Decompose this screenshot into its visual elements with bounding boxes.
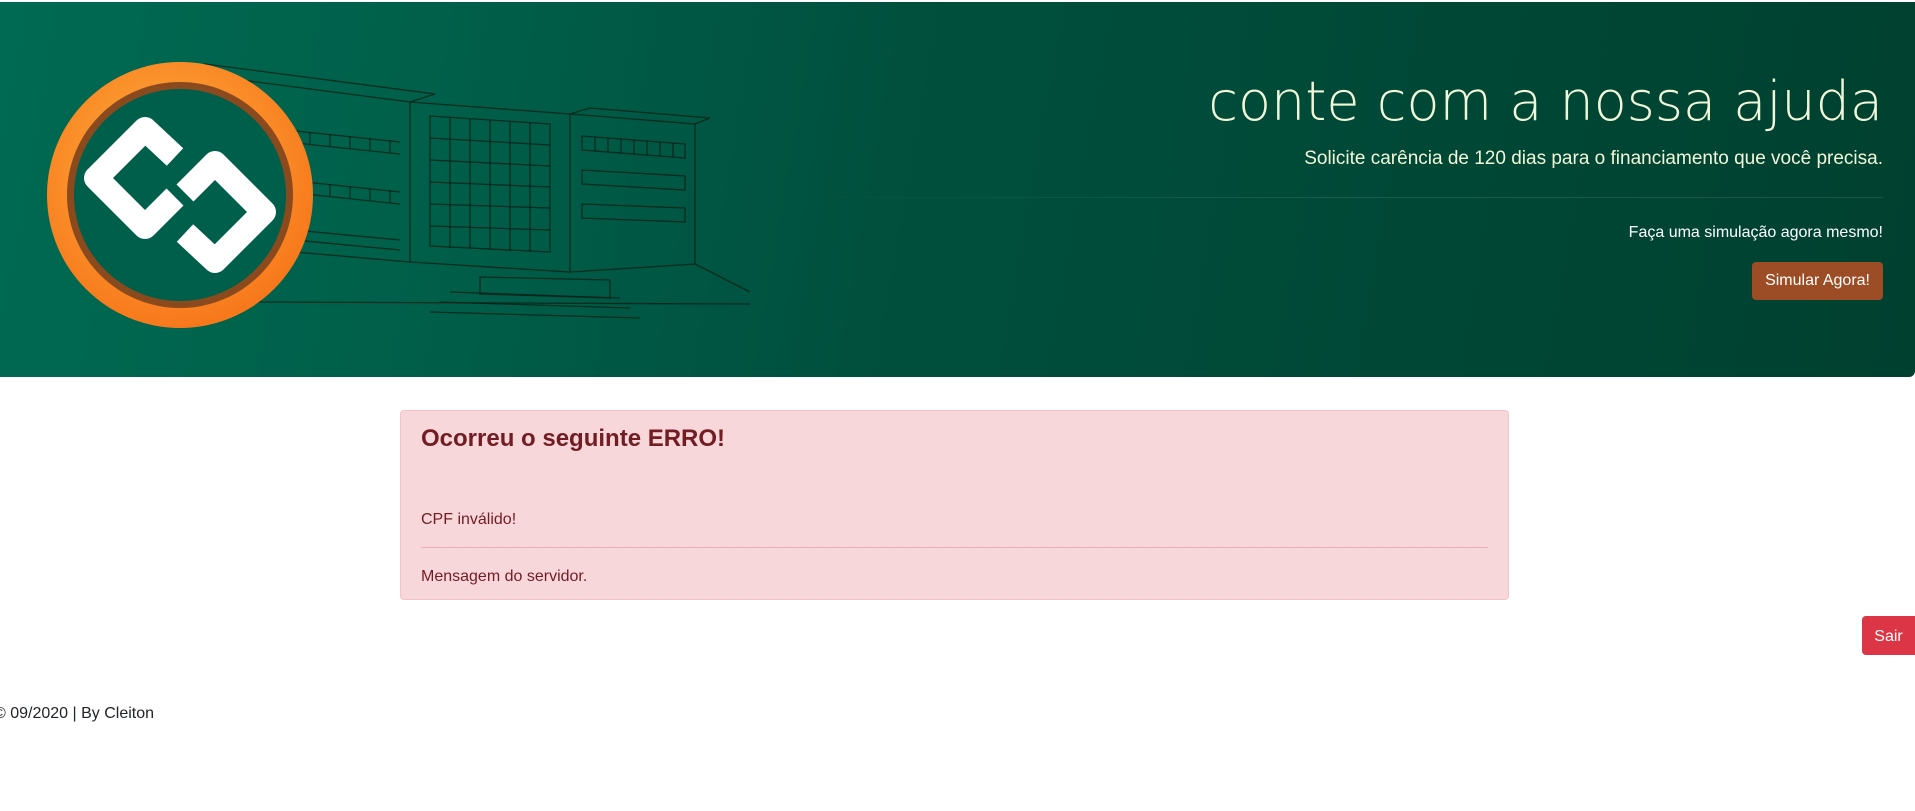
hero-title: conte com a nossa ajuda — [1208, 70, 1883, 133]
simulate-now-button[interactable]: Simular Agora! — [1752, 262, 1883, 300]
cresol-logo-icon — [47, 62, 313, 328]
alert-divider — [421, 547, 1488, 548]
exit-button[interactable]: Sair — [1862, 616, 1915, 655]
hero-divider — [783, 197, 1883, 198]
hero-cta-text: Faça uma simulação agora mesmo! — [1628, 224, 1883, 241]
alert-detail: Mensagem do servidor. — [421, 568, 588, 585]
alert-message: CPF inválido! — [421, 511, 517, 528]
hero-banner: conte com a nossa ajuda Solicite carênci… — [0, 2, 1915, 377]
footer-copyright: © 09/2020 | By Cleiton — [0, 705, 155, 722]
hero-subtitle: Solicite carência de 120 dias para o fin… — [1304, 148, 1883, 169]
alert-heading: Ocorreu o seguinte ERRO! — [421, 425, 726, 452]
error-alert: Ocorreu o seguinte ERRO! CPF inválido! M… — [400, 410, 1509, 600]
